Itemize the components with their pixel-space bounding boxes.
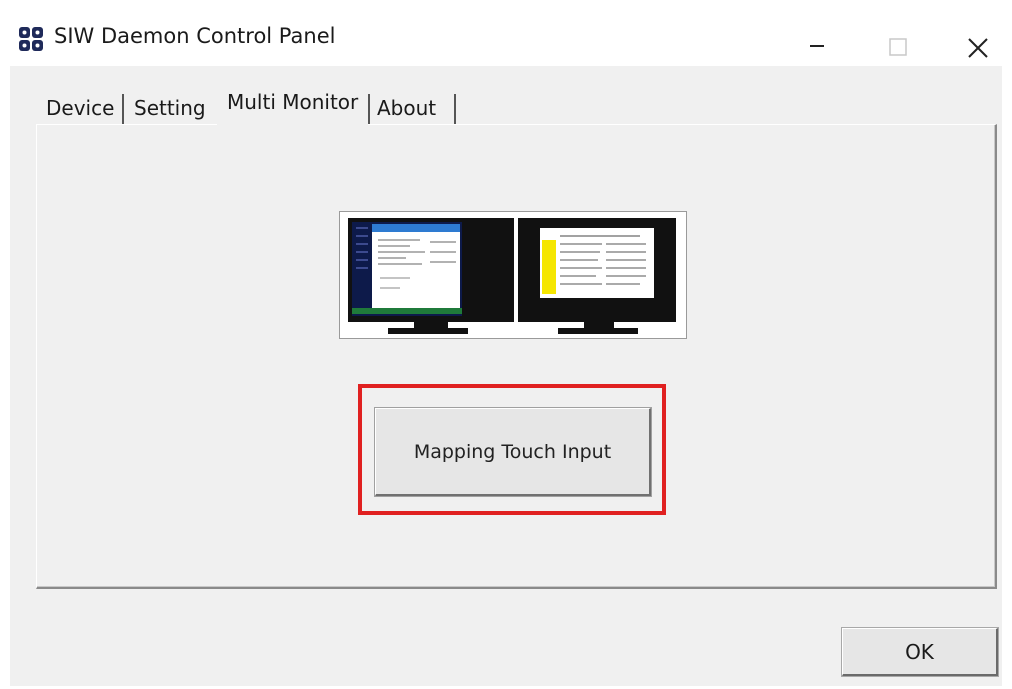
siw-app-icon [19,27,43,51]
maximize-icon [889,38,907,56]
title-bar[interactable]: SIW Daemon Control Panel [10,8,1002,66]
close-button[interactable] [948,16,1008,60]
dual-monitor-illustration [339,211,687,339]
minimize-button[interactable] [786,16,846,60]
mapping-touch-input-button[interactable]: Mapping Touch Input [375,408,651,496]
close-icon [968,38,988,58]
minimize-icon [810,45,824,47]
ok-button[interactable]: OK [842,628,998,676]
maximize-button[interactable] [868,16,928,60]
tab-about[interactable]: About [367,88,446,128]
app-window: SIW Daemon Control Panel Device Setting … [10,8,1002,686]
tab-multi-monitor[interactable]: Multi Monitor [217,82,369,128]
tab-setting[interactable]: Setting [124,88,216,128]
multi-monitor-panel: Mapping Touch Input [36,124,997,589]
tab-divider [454,94,456,124]
tab-device[interactable]: Device [36,88,124,128]
window-title: SIW Daemon Control Panel [54,24,336,48]
